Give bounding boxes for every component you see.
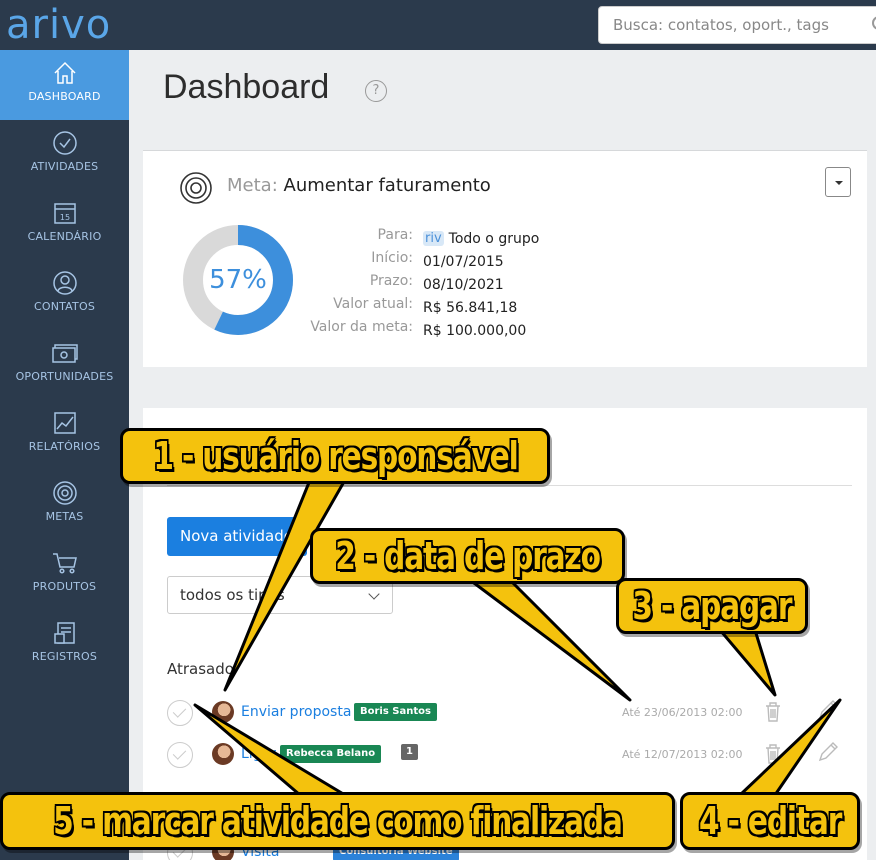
search-input[interactable]: Busca: contatos, oport., tags <box>598 6 876 44</box>
due-date: Até 12/07/2013 02:00 <box>622 748 743 761</box>
callout-due-date: 2 - data de prazo <box>310 528 625 584</box>
avatar <box>212 701 234 723</box>
owner-tag[interactable]: Rebecca Belano <box>280 745 382 763</box>
pencil-icon[interactable] <box>817 741 839 763</box>
goal-value: R$ 56.841,18 <box>423 299 518 316</box>
goal-row-para: Para: riv Todo o grupo <box>303 227 540 250</box>
due-date: Até 23/06/2013 02:00 <box>622 706 743 719</box>
sidebar-item-calendario[interactable]: 15 CALENDÁRIO <box>0 190 129 260</box>
chevron-down-icon <box>368 588 380 600</box>
app-logo[interactable]: arivo <box>0 0 129 50</box>
goal-details: Para: riv Todo o grupo Início: 01/07/2015… <box>303 227 539 342</box>
progress-percent: 57% <box>209 265 267 295</box>
sidebar-item-label: CONTATOS <box>33 300 96 313</box>
calendar-day: 15 <box>59 213 69 222</box>
sidebar-item-atividades[interactable]: ATIVIDADES <box>0 120 129 190</box>
owner-tag[interactable]: Boris Santos <box>354 703 437 721</box>
goal-key: Valor da meta: <box>310 319 413 335</box>
goal-title: Meta: Aumentar faturamento <box>227 175 491 196</box>
callout-responsible-user: 1 - usuário responsável <box>120 428 550 484</box>
sidebar-item-label: METAS <box>45 510 84 523</box>
chart-icon <box>53 412 76 434</box>
pencil-icon[interactable] <box>817 699 839 721</box>
callout-text: 5 - marcar atividade como finalizada <box>53 799 623 843</box>
count-badge: 1 <box>401 744 418 760</box>
complete-checkbox[interactable] <box>167 700 193 726</box>
sidebar-item-relatorios[interactable]: RELATÓRIOS <box>0 400 129 470</box>
goal-key: Início: <box>371 250 413 266</box>
sidebar-item-dashboard[interactable]: DASHBOARD <box>0 50 129 120</box>
cart-icon <box>52 553 77 574</box>
goal-card: Meta: Aumentar faturamento 57% Para: riv… <box>143 151 867 367</box>
goal-value: 08/10/2021 <box>423 276 504 293</box>
goal-value: Todo o grupo <box>448 230 540 247</box>
divider <box>167 485 852 486</box>
new-activity-button[interactable]: Nova atividade <box>167 517 307 556</box>
sidebar-item-produtos[interactable]: PRODUTOS <box>0 540 129 610</box>
check-circle-icon <box>52 131 77 155</box>
activity-row: Ligar Rebecca Belano 1 Até 12/07/2013 02… <box>167 738 852 774</box>
sidebar-item-registros[interactable]: REGISTROS <box>0 610 129 680</box>
goal-row-prazo: Prazo: 08/10/2021 <box>303 273 539 296</box>
home-icon <box>53 61 76 84</box>
page-title: Dashboard <box>163 68 330 106</box>
goal-value: R$ 100.000,00 <box>423 322 527 339</box>
sidebar-item-label: DASHBOARD <box>28 90 101 103</box>
sidebar-item-metas[interactable]: METAS <box>0 470 129 540</box>
callout-text: 3 - apagar <box>632 584 793 628</box>
activity-type-value: todos os tipos <box>180 586 285 604</box>
sidebar-item-oportunidades[interactable]: OPORTUNIDADES <box>0 330 129 400</box>
avatar <box>212 743 234 765</box>
callout-delete: 3 - apagar <box>616 578 808 634</box>
target-icon <box>52 481 77 505</box>
calendar-icon: 15 <box>53 203 76 224</box>
callout-text: 2 - data de prazo <box>335 534 601 578</box>
goal-key: Prazo: <box>369 273 413 289</box>
money-icon <box>51 344 78 363</box>
activity-name[interactable]: Enviar proposta <box>241 704 351 720</box>
goal-key: Valor atual: <box>333 296 413 312</box>
callout-edit: 4 - editar <box>680 792 860 850</box>
callout-text: 1 - usuário responsável <box>152 434 518 478</box>
goal-row-inicio: Início: 01/07/2015 <box>303 250 539 273</box>
complete-checkbox[interactable] <box>167 742 193 768</box>
trash-icon[interactable] <box>764 701 782 723</box>
goal-prefix: Meta: <box>227 175 278 196</box>
sidebar-item-contatos[interactable]: CONTATOS <box>0 260 129 330</box>
goal-name: Aumentar faturamento <box>283 175 491 196</box>
sidebar-item-label: OPORTUNIDADES <box>15 370 114 383</box>
activity-name[interactable]: Ligar <box>241 746 276 762</box>
goal-key: Para: <box>377 227 413 243</box>
section-label-overdue: Atrasado <box>167 660 234 678</box>
trash-icon[interactable] <box>764 743 782 765</box>
callout-text: 4 - editar <box>698 799 842 843</box>
goal-row-valor-atual: Valor atual: R$ 56.841,18 <box>303 296 539 319</box>
help-icon[interactable]: ? <box>365 80 387 102</box>
sidebar-item-label: PRODUTOS <box>32 580 97 593</box>
target-icon <box>180 172 212 204</box>
goal-row-valor-meta: Valor da meta: R$ 100.000,00 <box>303 319 539 342</box>
goal-value: 01/07/2015 <box>423 253 504 270</box>
sidebar-item-label: RELATÓRIOS <box>28 440 101 453</box>
activity-row: Enviar proposta Boris Santos Até 23/06/2… <box>167 696 852 732</box>
sidebar: DASHBOARD ATIVIDADES 15 CALENDÁRIO CONTA… <box>0 50 129 860</box>
callout-mark-complete: 5 - marcar atividade como finalizada <box>0 792 675 850</box>
sidebar-item-label: REGISTROS <box>31 650 98 663</box>
goal-menu-dropdown[interactable] <box>825 167 851 197</box>
group-logo: riv <box>423 231 444 246</box>
sidebar-item-label: ATIVIDADES <box>30 160 99 173</box>
contact-icon <box>52 271 77 295</box>
sidebar-item-label: CALENDÁRIO <box>27 230 102 243</box>
records-icon <box>53 622 75 644</box>
